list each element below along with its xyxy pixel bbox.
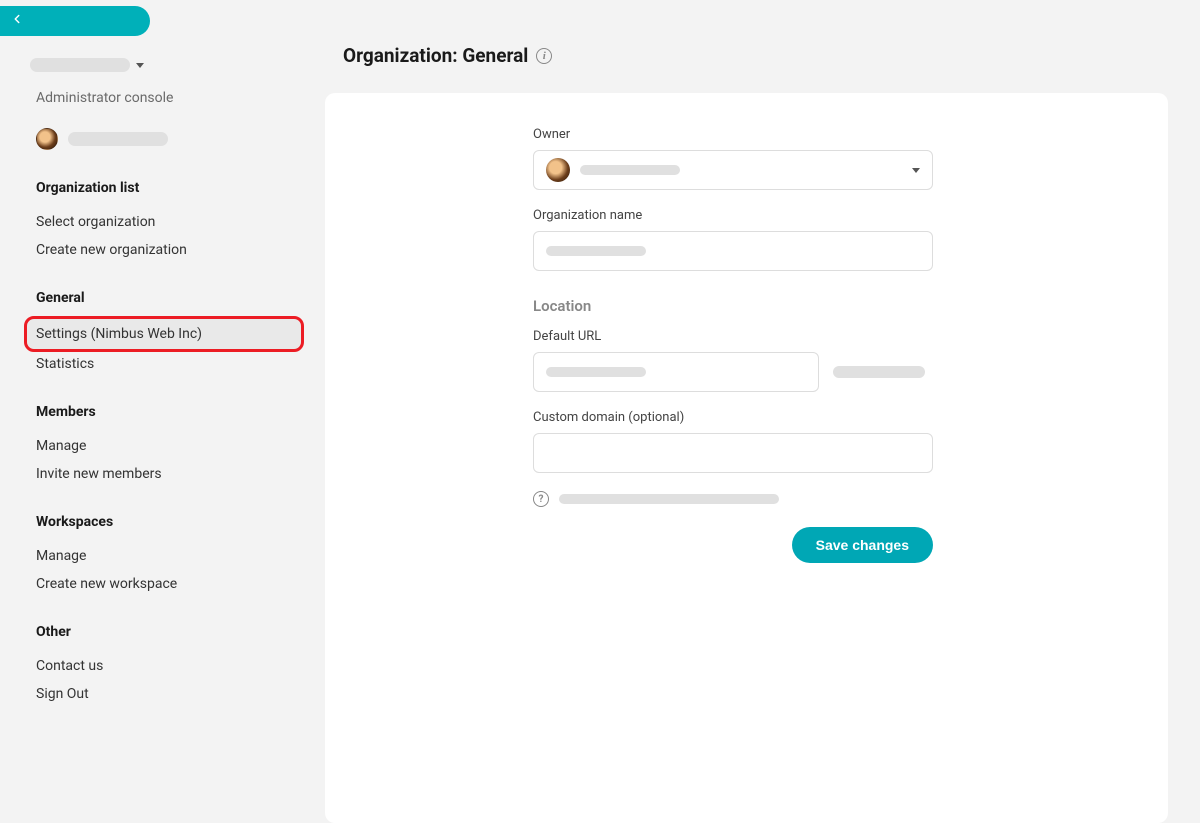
owner-label: Owner bbox=[533, 127, 933, 142]
org-name-value-placeholder bbox=[546, 246, 646, 256]
org-name-input[interactable] bbox=[533, 231, 933, 271]
org-switcher[interactable] bbox=[30, 58, 274, 72]
nav-members-manage[interactable]: Manage bbox=[36, 432, 274, 460]
owner-field: Owner bbox=[533, 127, 933, 190]
nav-sign-out[interactable]: Sign Out bbox=[36, 680, 274, 708]
nav-settings[interactable]: Settings (Nimbus Web Inc) bbox=[26, 318, 302, 350]
url-suffix-placeholder bbox=[833, 366, 925, 378]
help-text-placeholder bbox=[559, 494, 779, 504]
info-icon[interactable]: i bbox=[536, 48, 552, 64]
user-avatar bbox=[36, 128, 58, 150]
settings-card: Owner Organization name Location Default bbox=[325, 93, 1168, 823]
page-title: Organization: General bbox=[343, 44, 528, 67]
default-url-input[interactable] bbox=[533, 352, 819, 392]
nav-contact-us[interactable]: Contact us bbox=[36, 652, 274, 680]
owner-avatar bbox=[546, 158, 570, 182]
arrow-left-icon bbox=[10, 12, 24, 30]
save-changes-button[interactable]: Save changes bbox=[792, 527, 933, 563]
org-name-placeholder bbox=[30, 58, 130, 72]
custom-domain-help-row: ? bbox=[533, 491, 933, 507]
page-title-row: Organization: General i bbox=[343, 44, 1168, 67]
nav-group: Members ManageInvite new members bbox=[36, 404, 274, 488]
main-content: Organization: General i Owner Organizati… bbox=[325, 44, 1168, 823]
nav-group-header: Members bbox=[36, 404, 274, 420]
owner-select[interactable] bbox=[533, 150, 933, 190]
custom-domain-label: Custom domain (optional) bbox=[533, 410, 933, 425]
help-icon[interactable]: ? bbox=[533, 491, 549, 507]
chevron-down-icon bbox=[136, 63, 144, 68]
nav-create-workspace[interactable]: Create new workspace bbox=[36, 570, 274, 598]
form-column: Owner Organization name Location Default bbox=[533, 127, 933, 563]
nav-group: Workspaces ManageCreate new workspace bbox=[36, 514, 274, 598]
owner-value-placeholder bbox=[580, 165, 680, 175]
location-section-label: Location bbox=[533, 297, 933, 315]
nav-group-header: Other bbox=[36, 624, 274, 640]
nav-group-header: Organization list bbox=[36, 180, 274, 196]
admin-console-label: Administrator console bbox=[36, 90, 274, 106]
chevron-down-icon bbox=[912, 168, 920, 173]
org-name-field: Organization name bbox=[533, 208, 933, 271]
sidebar: Administrator console Organization list S… bbox=[24, 58, 274, 734]
nav-create-organization[interactable]: Create new organization bbox=[36, 236, 274, 264]
custom-domain-input[interactable] bbox=[533, 433, 933, 473]
nav-group: Organization list Select organizationCrea… bbox=[36, 180, 274, 264]
nav-group: GeneralSettings (Nimbus Web Inc)Statisti… bbox=[36, 290, 274, 378]
default-url-value-placeholder bbox=[546, 367, 646, 377]
nav-statistics[interactable]: Statistics bbox=[36, 350, 274, 378]
nav-workspaces-manage[interactable]: Manage bbox=[36, 542, 274, 570]
org-name-label: Organization name bbox=[533, 208, 933, 223]
nav-group-header: General bbox=[36, 290, 274, 306]
nav-select-organization[interactable]: Select organization bbox=[36, 208, 274, 236]
default-url-field: Default URL bbox=[533, 329, 933, 392]
current-user-row[interactable] bbox=[36, 128, 274, 150]
custom-domain-field: Custom domain (optional) bbox=[533, 410, 933, 473]
back-button[interactable] bbox=[0, 6, 150, 36]
nav-group-header: Workspaces bbox=[36, 514, 274, 530]
nav-group: Other Contact usSign Out bbox=[36, 624, 274, 708]
nav-invite-members[interactable]: Invite new members bbox=[36, 460, 274, 488]
default-url-label: Default URL bbox=[533, 329, 933, 344]
user-name-placeholder bbox=[68, 132, 168, 146]
